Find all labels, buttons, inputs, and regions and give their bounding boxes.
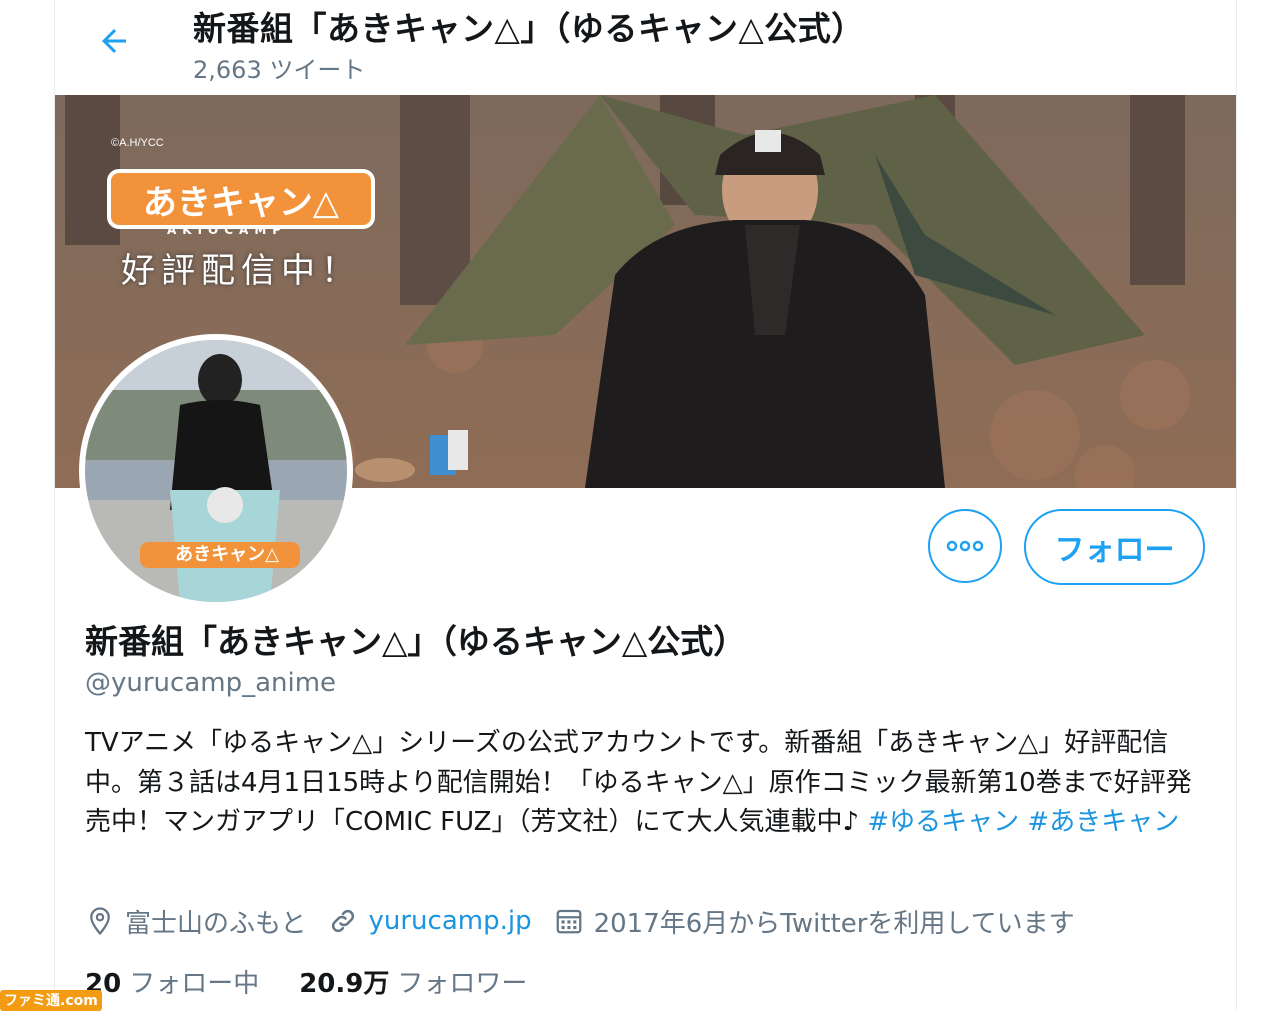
profile-page: 新番組「あきキャン△」（ゆるキャン△公式） 2,663 ツイート ©A.H/YC… — [54, 0, 1237, 1011]
banner-streaming-text: 好評配信中！ — [121, 251, 361, 291]
location-item: 富士山のふもと — [85, 903, 306, 940]
profile-bio: TVアニメ「ゆるキャン△」シリーズの公式アカウントです。新番組「あきキャン△」好… — [85, 724, 1205, 843]
profile-meta: 富士山のふもと yurucamp.jp 2017年6月からTwitterを利用し… — [85, 899, 1097, 943]
banner-logo: あきキャン△ — [107, 169, 375, 229]
bio-text: TVアニメ「ゆるキャン△」シリーズの公式アカウントです。新番組「あきキャン△」好… — [85, 728, 1192, 837]
link-icon — [332, 909, 355, 933]
avatar[interactable]: あきキャン△ — [79, 334, 353, 608]
website-link[interactable]: yurucamp.jp — [368, 906, 531, 936]
back-button[interactable] — [89, 16, 139, 66]
location-text: 富士山のふもと — [125, 908, 307, 939]
profile-name: 新番組「あきキャン△」（ゆるキャン△公式） — [85, 622, 747, 661]
banner-logo-text: あきキャン△ — [142, 182, 340, 223]
top-header: 新番組「あきキャン△」（ゆるキャン△公式） 2,663 ツイート — [55, 0, 1236, 95]
header-title: 新番組「あきキャン△」（ゆるキャン△公式） — [193, 9, 865, 48]
hashtag-yurucamp[interactable]: #ゆるキャン — [867, 807, 1019, 837]
banner-logo-sub: AKIOCAMP — [167, 223, 288, 237]
following-stat[interactable]: 20 フォロー中 — [85, 963, 259, 1000]
website-item: yurucamp.jp — [328, 906, 532, 936]
avatar-logo-text: あきキャン△ — [175, 544, 279, 565]
following-label: フォロー中 — [129, 969, 260, 999]
watermark-logo: ファミ通.com — [0, 990, 102, 1011]
joined-item: 2017年6月からTwitterを利用しています — [554, 903, 1075, 940]
tweet-count: 2,663 ツイート — [193, 56, 366, 84]
joined-text: 2017年6月からTwitterを利用しています — [593, 908, 1075, 939]
arrow-left-icon — [102, 29, 126, 53]
follow-button[interactable]: フォロー — [1024, 509, 1205, 585]
more-button[interactable] — [928, 509, 1002, 583]
location-pin-icon — [90, 907, 110, 936]
profile-handle: @yurucamp_anime — [85, 668, 337, 698]
profile-stats: 20 フォロー中 20.9万 フォロワー — [85, 963, 567, 1000]
more-dots-icon — [946, 540, 984, 552]
followers-label: フォロワー — [397, 969, 528, 999]
banner-copyright: ©A.H/YCC — [111, 137, 164, 149]
hashtag-akicamp[interactable]: #あきキャン — [1027, 807, 1179, 837]
followers-stat[interactable]: 20.9万 フォロワー — [299, 963, 527, 1000]
followers-count: 20.9万 — [299, 969, 390, 999]
calendar-icon — [556, 909, 581, 934]
